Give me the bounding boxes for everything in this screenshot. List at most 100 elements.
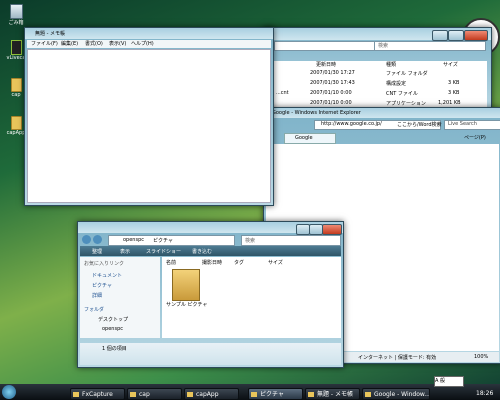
cell-size: 1,201 KB <box>438 100 461 106</box>
taskbar-button[interactable]: cap <box>127 388 182 400</box>
tree-item[interactable]: デスクトップ <box>98 316 128 323</box>
favorite-link-more[interactable]: 詳細 <box>92 292 102 299</box>
taskbar-button[interactable]: capApp <box>184 388 239 400</box>
page-menu[interactable]: ページ(P) <box>464 133 499 142</box>
zoom-level[interactable]: 100% <box>474 354 488 360</box>
url-text: http://www.google.co.jp/ <box>321 121 382 127</box>
menu-help[interactable]: ヘルプ(H) <box>131 40 154 47</box>
language-bar[interactable]: A 般 <box>434 376 464 387</box>
navigation-pane: お気に入りリンク ドキュメント ピクチャ 詳細 フォルダ デスクトップ open… <box>80 257 160 338</box>
menu-edit[interactable]: 編集(E) <box>61 40 78 47</box>
tab-google[interactable]: Google <box>284 133 336 144</box>
taskbar-button-label: Google - Window... <box>374 391 430 398</box>
title-bar[interactable]: Google - Windows Internet Explorer <box>264 108 500 118</box>
taskbar-button[interactable]: ピクチャ <box>248 388 303 400</box>
organize-button[interactable]: 整理 <box>92 248 102 255</box>
favorite-link-pictures[interactable]: ピクチャ <box>92 282 112 289</box>
close-button[interactable] <box>322 224 342 235</box>
search-box[interactable]: 検索 <box>374 41 486 51</box>
title-bar[interactable] <box>78 222 343 235</box>
slideshow-button[interactable]: スライドショー <box>146 248 181 255</box>
column-headers: 更新日時 種類 サイズ <box>268 61 487 69</box>
menu-view[interactable]: 表示(V) <box>109 40 126 47</box>
zone-status: インターネット | 保護モード: 有効 <box>358 355 437 361</box>
title-bar[interactable] <box>264 28 491 41</box>
column-date[interactable]: 撮影日時 <box>202 259 222 266</box>
back-button[interactable] <box>82 235 91 244</box>
window-title: Google - Windows Internet Explorer <box>272 110 361 116</box>
desktop-icon-label: ごみ箱 <box>8 20 24 26</box>
folder-item[interactable]: サンプル ピクチャ <box>166 269 207 319</box>
close-button[interactable] <box>464 30 488 41</box>
table-row[interactable]: 2007/01/30 17:43 構成設定 3 KB <box>268 80 487 90</box>
address-extra: ここから/Word検索 <box>397 122 442 128</box>
column-tags[interactable]: タグ <box>234 259 244 266</box>
taskbar-button-label: ピクチャ <box>260 391 284 398</box>
item-count: 1 個の項目 <box>102 346 127 352</box>
folder-icon <box>11 78 22 92</box>
cell-date: 2007/01/30 17:43 <box>310 80 355 86</box>
cell-size: 3 KB <box>448 80 460 86</box>
tree-item[interactable]: openspc <box>102 326 123 332</box>
recycle-bin-icon <box>10 4 23 19</box>
folder-icon <box>11 116 22 130</box>
view-button[interactable]: 表示 <box>120 248 130 255</box>
toolbar: 整理 表示 スライドショー 書き込む <box>80 246 341 256</box>
cell-type: 構成設定 <box>386 81 407 87</box>
menu-bar: ファイル(F) 編集(E) 書式(O) 表示(V) ヘルプ(H) <box>27 40 271 48</box>
cell-type: ファイル フォルダ <box>386 71 428 77</box>
column-size[interactable]: サイズ <box>268 259 283 266</box>
taskbar-button-label: FxCapture <box>82 391 113 398</box>
taskbar-button[interactable]: 無題 - メモ帳 <box>305 388 360 400</box>
table-row[interactable]: ...cnt 2007/01/10 0:00 CNT ファイル 3 KB <box>268 90 487 100</box>
breadcrumb-item[interactable]: openspc <box>123 237 144 243</box>
burn-button[interactable]: 書き込む <box>192 248 212 255</box>
taskbar-button-label: cap <box>139 391 150 398</box>
menu-format[interactable]: 書式(O) <box>85 40 103 47</box>
system-clock[interactable]: 18:26 <box>476 390 493 397</box>
taskbar-button-label: capApp <box>196 391 219 398</box>
details-pane: 1 個の項目 <box>80 343 341 365</box>
breadcrumb[interactable]: openspc ピクチャ <box>108 235 235 246</box>
taskbar-button[interactable]: FxCapture <box>70 388 125 400</box>
taskbar-button-label: 無題 - メモ帳 <box>317 391 353 398</box>
window-title: 無題 - メモ帳 <box>35 31 65 37</box>
column-name[interactable]: 名前 <box>166 259 176 266</box>
search-box[interactable]: 検索 <box>241 235 341 246</box>
title-bar[interactable]: 無題 - メモ帳 <box>25 28 273 39</box>
notepad-window[interactable]: 無題 - メモ帳 ファイル(F) 編集(E) 書式(O) 表示(V) ヘルプ(H… <box>24 27 274 206</box>
column-type[interactable]: 種類 <box>386 61 396 68</box>
maximize-button[interactable] <box>448 30 464 41</box>
page-menu-label: ページ(P) <box>464 135 486 141</box>
search-box[interactable]: Live Search <box>444 120 500 130</box>
minimize-button[interactable] <box>296 224 310 235</box>
favorites-title: お気に入りリンク <box>84 261 125 267</box>
column-size[interactable]: サイズ <box>443 61 458 68</box>
taskbar-button[interactable]: Google - Window... <box>362 388 430 400</box>
breadcrumb-item[interactable]: ピクチャ <box>153 237 173 244</box>
folders-title[interactable]: フォルダ <box>84 306 104 313</box>
start-button[interactable] <box>2 385 16 399</box>
search-placeholder: 検索 <box>245 238 256 244</box>
forward-button[interactable] <box>93 235 102 244</box>
favorite-link-documents[interactable]: ドキュメント <box>92 272 122 279</box>
search-placeholder: 検索 <box>378 43 389 49</box>
explorer-window-back[interactable]: 検索 更新日時 種類 サイズ 2007/01/30 17:27 ファイル フォル… <box>263 27 492 111</box>
maximize-button[interactable] <box>309 224 323 235</box>
address-bar[interactable]: http://www.google.co.jp/ ここから/Word検索 <box>314 120 442 130</box>
cell-name: ...cnt <box>276 90 289 96</box>
app-icon <box>11 40 22 55</box>
file-list: 更新日時 種類 サイズ 2007/01/30 17:27 ファイル フォルダ 2… <box>268 61 487 108</box>
cell-type: アプリケーション <box>386 101 426 107</box>
cell-date: 2007/01/10 0:00 <box>310 90 352 96</box>
minimize-button[interactable] <box>432 30 448 41</box>
address-bar[interactable] <box>274 41 376 51</box>
table-row[interactable]: 2007/01/30 17:27 ファイル フォルダ <box>268 70 487 80</box>
text-area[interactable] <box>27 49 271 203</box>
menu-file[interactable]: ファイル(F) <box>31 40 58 47</box>
cell-size: 3 KB <box>448 90 460 96</box>
cell-date: 2007/01/10 0:00 <box>310 100 352 106</box>
pictures-window[interactable]: openspc ピクチャ 検索 整理 表示 スライドショー 書き込む お気に入り… <box>77 221 344 368</box>
file-pane[interactable]: 名前 撮影日時 タグ サイズ サンプル ピクチャ <box>162 257 341 338</box>
column-date[interactable]: 更新日時 <box>316 61 336 68</box>
